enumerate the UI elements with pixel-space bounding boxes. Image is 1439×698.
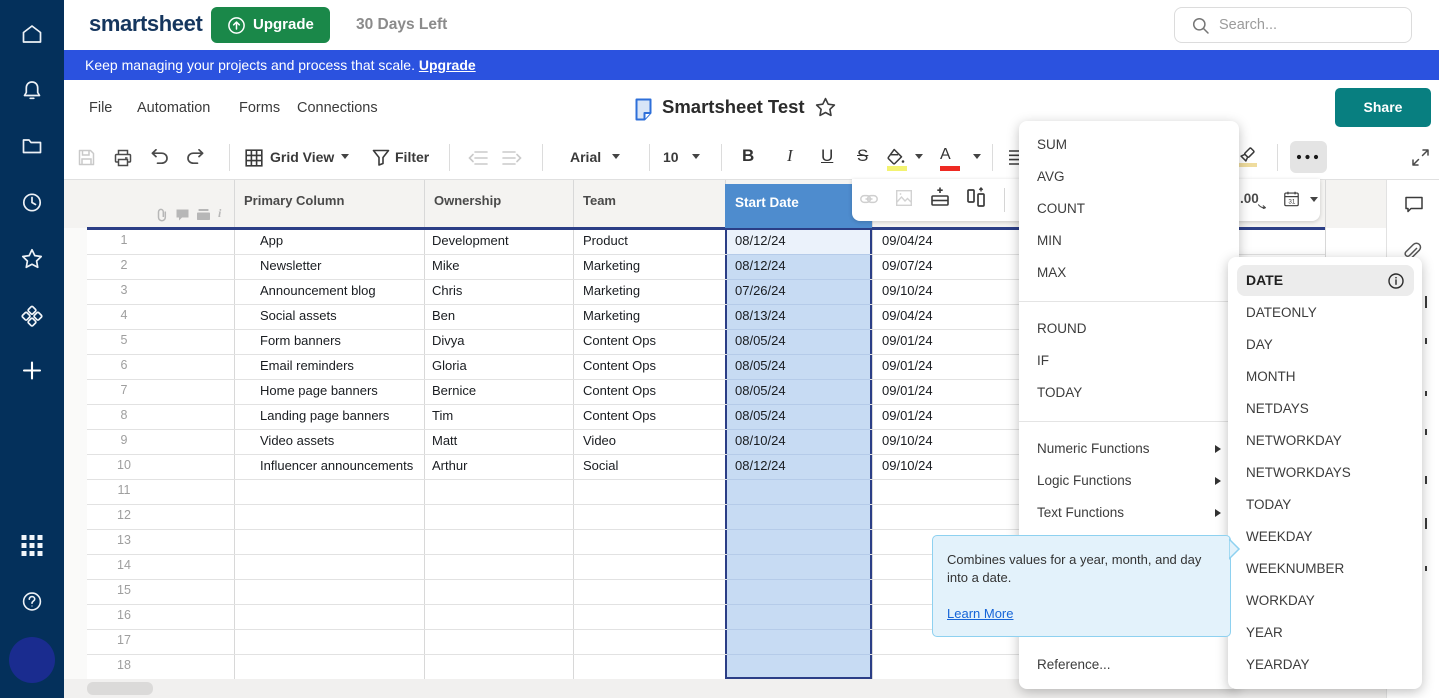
svg-text:31: 31 (1288, 199, 1296, 206)
